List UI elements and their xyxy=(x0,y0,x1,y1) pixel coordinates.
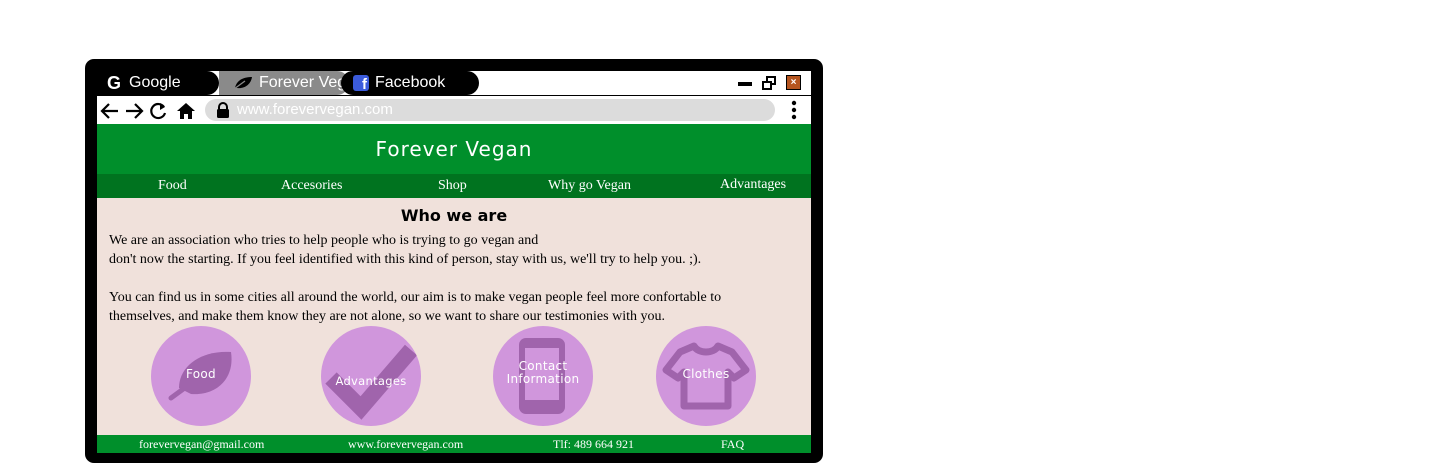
footer-email[interactable]: forevervegan@gmail.com xyxy=(139,437,264,452)
tab-facebook[interactable]: Facebook xyxy=(341,71,479,95)
paragraph-line: don't now the starting. If you feel iden… xyxy=(109,252,702,267)
section-title: Who we are xyxy=(400,206,508,225)
nav-link-accesories[interactable]: Accesories xyxy=(281,178,342,194)
nav-link-advantages[interactable]: Advantages xyxy=(720,177,786,193)
restore-icon[interactable] xyxy=(762,75,776,90)
back-arrow-icon[interactable] xyxy=(99,100,121,122)
nav-link-shop[interactable]: Shop xyxy=(438,178,467,194)
circle-label: Clothes xyxy=(682,367,730,381)
tab-label: Facebook xyxy=(375,74,446,91)
paragraph-line: We are an association who tries to help … xyxy=(109,233,539,248)
reload-icon[interactable] xyxy=(147,100,169,122)
nav-link-food[interactable]: Food xyxy=(158,178,187,194)
facebook-icon xyxy=(353,75,369,93)
url-field[interactable]: www.forevervegan.com xyxy=(205,99,775,121)
food-circle-button[interactable]: Food xyxy=(151,326,251,426)
clothes-circle-button[interactable]: Clothes xyxy=(656,326,756,426)
web-page: Forever Vegan Food Accesories Shop Why g… xyxy=(97,124,811,453)
circle-label-line: Information xyxy=(506,372,580,386)
footer-faq-link[interactable]: FAQ xyxy=(721,437,744,452)
address-bar: www.forevervegan.com xyxy=(97,96,811,124)
circle-label: Advantages xyxy=(335,374,407,388)
site-footer: forevervegan@gmail.com www.forevervegan.… xyxy=(97,435,811,453)
tab-forever-vegan[interactable]: Forever Veg xyxy=(219,71,349,95)
window-controls: × xyxy=(738,75,801,90)
minimize-icon[interactable] xyxy=(738,81,752,86)
contact-information-circle-button[interactable]: Contact Information xyxy=(493,326,593,426)
lock-icon xyxy=(217,102,229,118)
site-nav: Food Accesories Shop Why go Vegan Advant… xyxy=(97,174,811,198)
footer-website[interactable]: www.forevervegan.com xyxy=(348,437,463,452)
footer-phone: Tlf: 489 664 921 xyxy=(553,437,634,451)
advantages-circle-button[interactable]: Advantages xyxy=(321,326,421,426)
home-icon[interactable] xyxy=(175,100,197,122)
kebab-menu-icon[interactable] xyxy=(791,100,797,120)
paragraph-line: themselves, and make them know they are … xyxy=(109,309,665,324)
site-title: Forever Vegan xyxy=(375,137,533,161)
circle-label-line: Contact xyxy=(518,359,568,373)
url-text: www.forevervegan.com xyxy=(237,101,393,118)
tab-bar: G Google Forever Veg Facebook xyxy=(97,71,811,96)
circle-label: Food xyxy=(186,367,216,381)
tab-google[interactable]: G Google xyxy=(97,71,219,95)
google-g-icon: G xyxy=(106,72,121,93)
site-header: Forever Vegan xyxy=(97,124,811,174)
circle-label: Contact Information xyxy=(493,360,593,386)
device-frame: G Google Forever Veg Facebook xyxy=(85,59,823,463)
tab-label: Forever Veg xyxy=(259,74,347,91)
tab-label: Google xyxy=(129,74,181,91)
browser-window: G Google Forever Veg Facebook xyxy=(97,71,811,453)
paragraph-line: You can find us in some cities all aroun… xyxy=(109,290,722,305)
forward-arrow-icon[interactable] xyxy=(123,100,145,122)
close-icon[interactable]: × xyxy=(786,75,801,90)
nav-link-why-go-vegan[interactable]: Why go Vegan xyxy=(548,178,631,194)
leaf-icon xyxy=(233,77,252,90)
